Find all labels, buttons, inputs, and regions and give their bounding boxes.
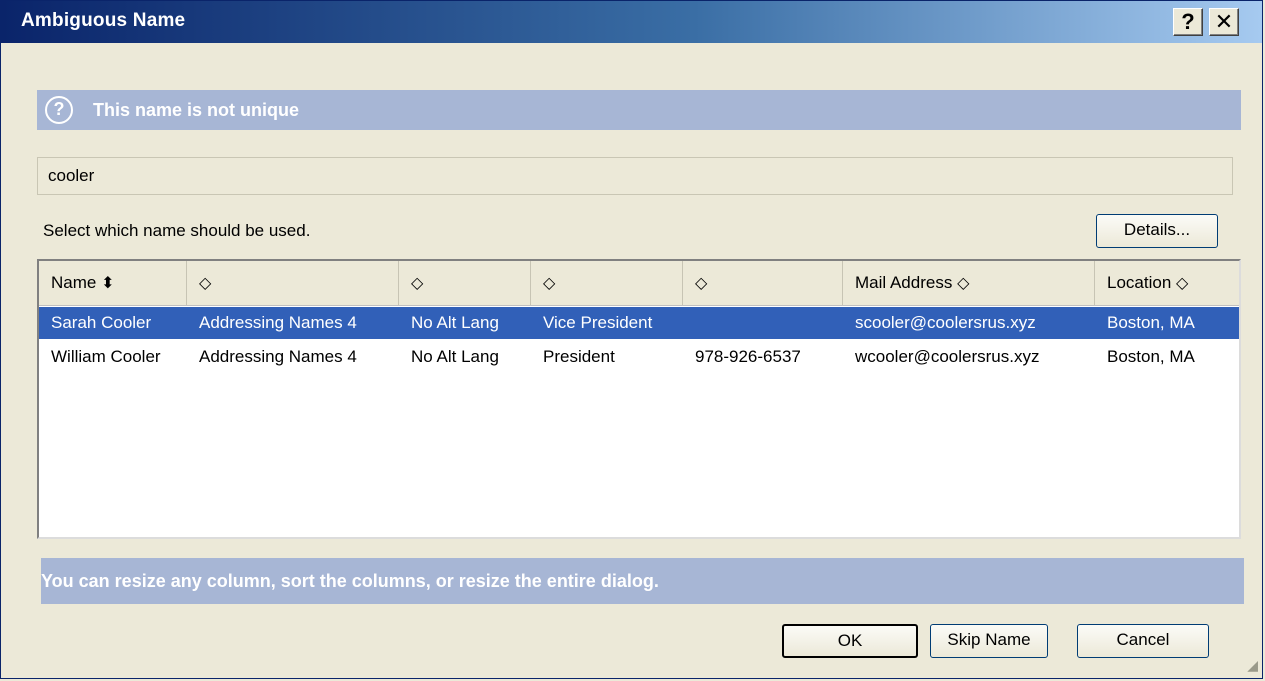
sort-icon: ◇ (411, 275, 424, 292)
column-header-3[interactable]: ◇ (399, 261, 531, 305)
cell-mail-address: scooler@coolersrus.xyz (855, 313, 1036, 332)
column-header-label: Name (51, 273, 97, 292)
details-button-label: Details... (1123, 220, 1191, 239)
dialog-title: Ambiguous Name (21, 10, 186, 31)
column-header-mail-address[interactable]: Mail Address ◇ (843, 261, 1095, 305)
cell-mail-address: wcooler@coolersrus.xyz (855, 347, 1040, 366)
help-button[interactable]: ? (1173, 8, 1203, 36)
column-header-label: Location (1107, 273, 1172, 292)
column-header-2[interactable]: ◇ (187, 261, 399, 305)
question-icon: ? (45, 96, 73, 124)
cell-title: Vice President (543, 313, 653, 332)
list-row-sarah-cooler[interactable]: Sarah Cooler Addressing Names 4 No Alt L… (39, 307, 1239, 339)
footer-note-banner: You can resize any column, sort the colu… (41, 558, 1244, 604)
sort-icon: ◇ (957, 275, 970, 292)
cancel-button[interactable]: Cancel (1077, 624, 1209, 658)
sort-icon: ◇ (695, 275, 708, 292)
cell-phone: 978-926-6537 (695, 347, 801, 366)
sort-icon: ◇ (199, 275, 212, 292)
column-header-name[interactable]: Name ⬍ (39, 261, 187, 305)
title-bar[interactable]: Ambiguous Name ? ✕ (1, 1, 1262, 43)
list-row-william-cooler[interactable]: William Cooler Addressing Names 4 No Alt… (39, 341, 1239, 373)
cell-address-book: Addressing Names 4 (199, 313, 357, 332)
column-header-5[interactable]: ◇ (683, 261, 843, 305)
cell-location: Boston, MA (1107, 347, 1195, 366)
ok-button-label: OK (837, 631, 863, 650)
cell-alt-lang: No Alt Lang (411, 313, 499, 332)
details-button[interactable]: Details... (1096, 214, 1218, 248)
sort-icon: ◇ (543, 275, 556, 292)
list-header: Name ⬍ ◇ ◇ ◇ ◇ Mail Address ◇ Location ◇ (39, 261, 1239, 306)
cell-alt-lang: No Alt Lang (411, 347, 499, 366)
cell-location: Boston, MA (1107, 313, 1195, 332)
column-header-label: Mail Address (855, 273, 953, 292)
cell-address-book: Addressing Names 4 (199, 347, 357, 366)
column-header-location[interactable]: Location ◇ (1095, 261, 1239, 305)
sort-icon: ◇ (1176, 275, 1189, 292)
column-header-4[interactable]: ◇ (531, 261, 683, 305)
cell-name: William Cooler (51, 347, 161, 366)
close-button[interactable]: ✕ (1209, 8, 1239, 36)
name-list[interactable]: Name ⬍ ◇ ◇ ◇ ◇ Mail Address ◇ Location ◇ (37, 259, 1241, 539)
cell-title: President (543, 347, 615, 366)
skip-name-button[interactable]: Skip Name (930, 624, 1048, 658)
sort-ascending-icon: ⬍ (101, 275, 115, 292)
resize-grip-icon[interactable]: ◢ (1240, 656, 1258, 674)
skip-name-button-label: Skip Name (947, 630, 1031, 649)
footer-note-text: You can resize any column, sort the colu… (41, 571, 659, 591)
info-banner: ? This name is not unique (37, 90, 1241, 130)
cell-phone (683, 307, 695, 339)
cancel-button-label: Cancel (1116, 630, 1170, 649)
instruction-text: Select which name should be used. (43, 221, 311, 240)
ok-button[interactable]: OK (782, 624, 918, 658)
ambiguous-name-field: cooler (37, 157, 1233, 195)
ambiguous-name-dialog: Ambiguous Name ? ✕ ? This name is not un… (0, 0, 1263, 679)
banner-text: This name is not unique (93, 100, 300, 120)
cell-name: Sarah Cooler (51, 313, 152, 332)
